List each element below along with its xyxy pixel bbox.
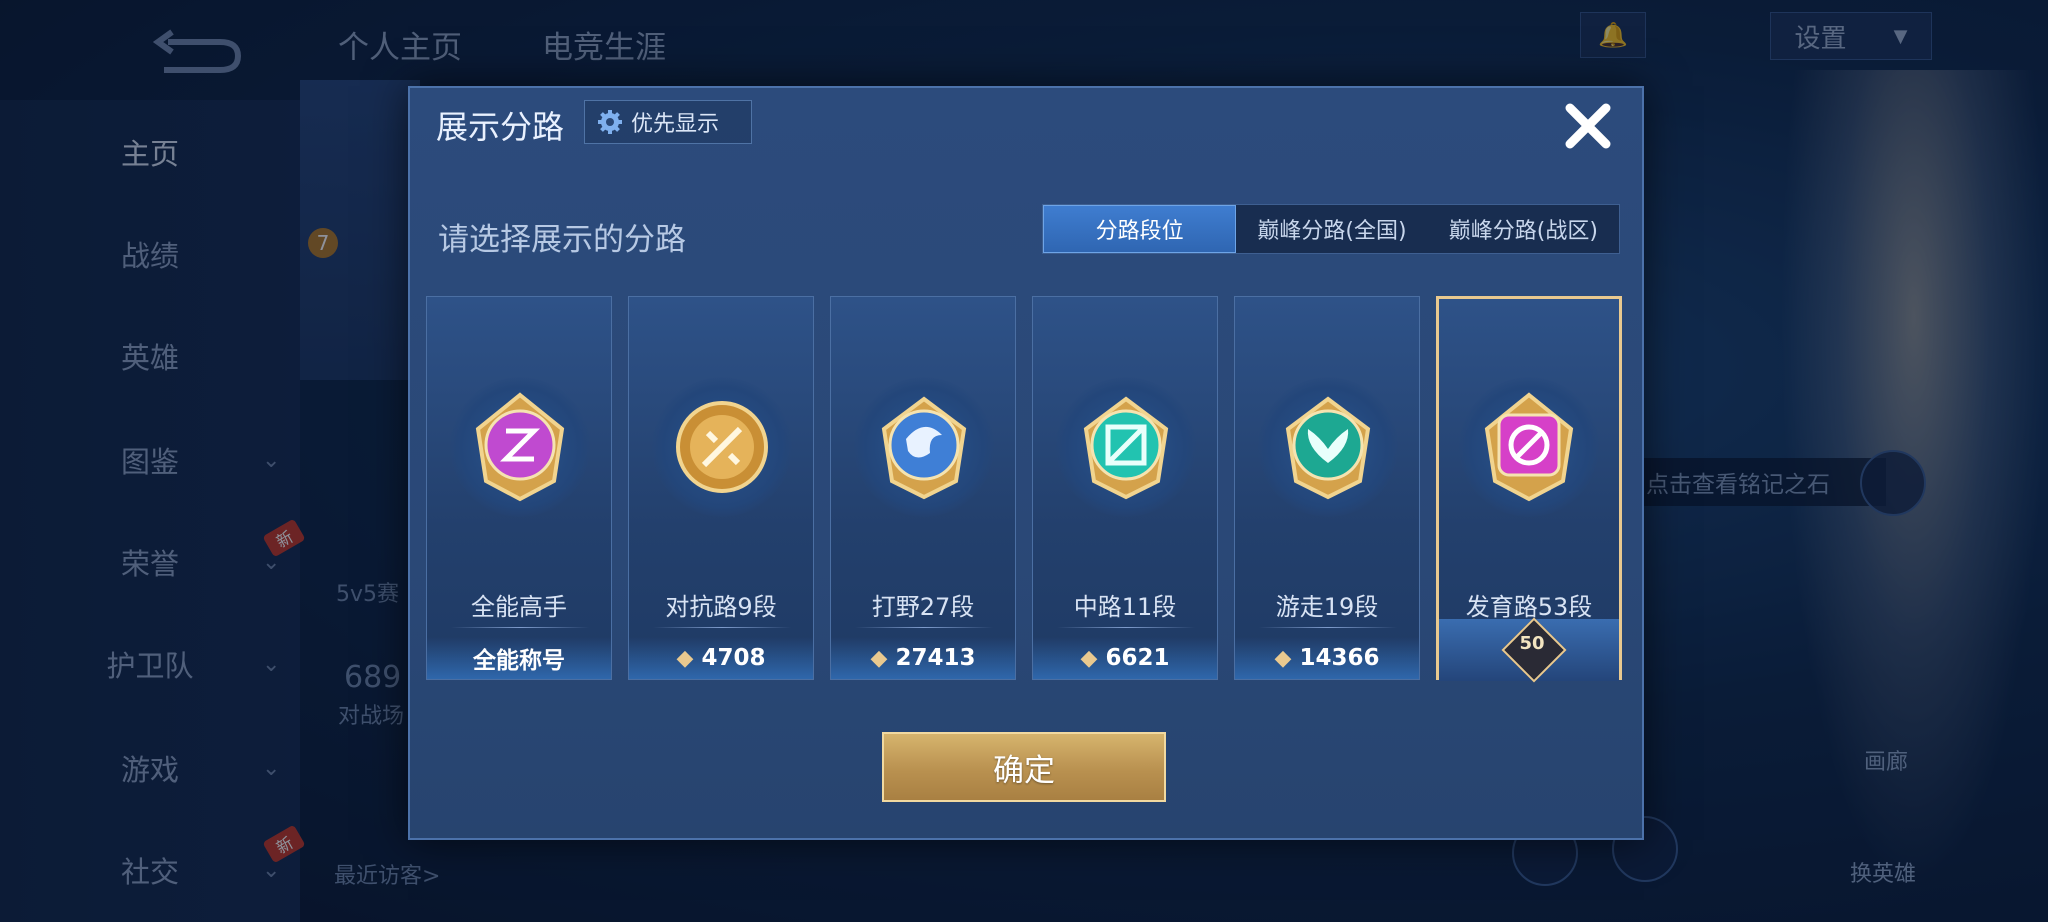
top-lane-badge-icon bbox=[652, 377, 792, 517]
points-value: 4708 bbox=[701, 645, 766, 671]
close-button[interactable] bbox=[1560, 98, 1616, 154]
card-label: 全能高手 bbox=[471, 593, 567, 621]
card-divider bbox=[1259, 627, 1397, 628]
display-route-dialog: 展示分路 优先显示 请选择展示的分路 分路段位 巅峰分路(全国) 巅峰分路(战区… bbox=[408, 86, 1644, 840]
level-strip: 50 bbox=[1439, 617, 1619, 683]
points-icon: ◆ bbox=[870, 645, 888, 671]
route-card-farm[interactable]: 发育路53段 50 bbox=[1436, 296, 1622, 683]
priority-label: 优先显示 bbox=[631, 112, 720, 137]
card-footer: ◆ 27413 bbox=[831, 637, 1015, 679]
card-divider bbox=[451, 627, 589, 628]
mid-lane-badge-icon bbox=[1056, 377, 1196, 517]
tab-peak-region[interactable]: 巅峰分路(战区) bbox=[1428, 205, 1619, 253]
points-value: 6621 bbox=[1105, 645, 1170, 671]
points-value: 14366 bbox=[1299, 645, 1380, 671]
all-round-title: 全能称号 bbox=[473, 648, 565, 674]
card-label: 中路11段 bbox=[1073, 593, 1177, 621]
card-divider bbox=[1057, 627, 1195, 628]
all-round-badge-icon bbox=[450, 377, 590, 517]
tab-route-rank[interactable]: 分路段位 bbox=[1043, 205, 1237, 253]
points-value: 27413 bbox=[895, 645, 976, 671]
dialog-title: 展示分路 bbox=[436, 108, 565, 146]
card-label: 对抗路9段 bbox=[665, 593, 777, 621]
route-type-tabs: 分路段位 巅峰分路(全国) 巅峰分路(战区) bbox=[1042, 204, 1620, 254]
route-card-top[interactable]: 对抗路9段 ◆ 4708 bbox=[628, 296, 814, 680]
card-footer: 全能称号 bbox=[427, 637, 611, 679]
card-divider bbox=[855, 627, 993, 628]
tab-peak-national[interactable]: 巅峰分路(全国) bbox=[1236, 205, 1427, 253]
gear-icon bbox=[598, 110, 622, 134]
route-card-jungle[interactable]: 打野27段 ◆ 27413 bbox=[830, 296, 1016, 680]
points-icon: ◆ bbox=[1080, 645, 1098, 671]
route-card-roam[interactable]: 游走19段 ◆ 14366 bbox=[1234, 296, 1420, 680]
confirm-button[interactable]: 确定 bbox=[882, 732, 1166, 802]
card-label: 发育路53段 bbox=[1465, 593, 1593, 621]
jungle-badge-icon bbox=[854, 377, 994, 517]
route-card-all-round[interactable]: 全能高手 全能称号 bbox=[426, 296, 612, 680]
points-icon: ◆ bbox=[1274, 645, 1292, 671]
priority-display-button[interactable]: 优先显示 bbox=[584, 100, 752, 144]
card-footer: ◆ 6621 bbox=[1033, 637, 1217, 679]
card-footer: ◆ 14366 bbox=[1235, 637, 1419, 679]
card-label: 打野27段 bbox=[871, 593, 975, 621]
card-divider bbox=[653, 627, 791, 628]
points-icon: ◆ bbox=[676, 645, 694, 671]
close-icon bbox=[1565, 103, 1611, 149]
route-card-mid[interactable]: 中路11段 ◆ 6621 bbox=[1032, 296, 1218, 680]
dialog-subtitle: 请选择展示的分路 bbox=[438, 222, 686, 258]
roam-badge-icon bbox=[1258, 377, 1398, 517]
card-label: 游走19段 bbox=[1275, 593, 1379, 621]
level-number: 50 bbox=[1519, 633, 1545, 654]
card-footer: ◆ 4708 bbox=[629, 637, 813, 679]
farm-lane-badge-icon bbox=[1459, 377, 1599, 517]
